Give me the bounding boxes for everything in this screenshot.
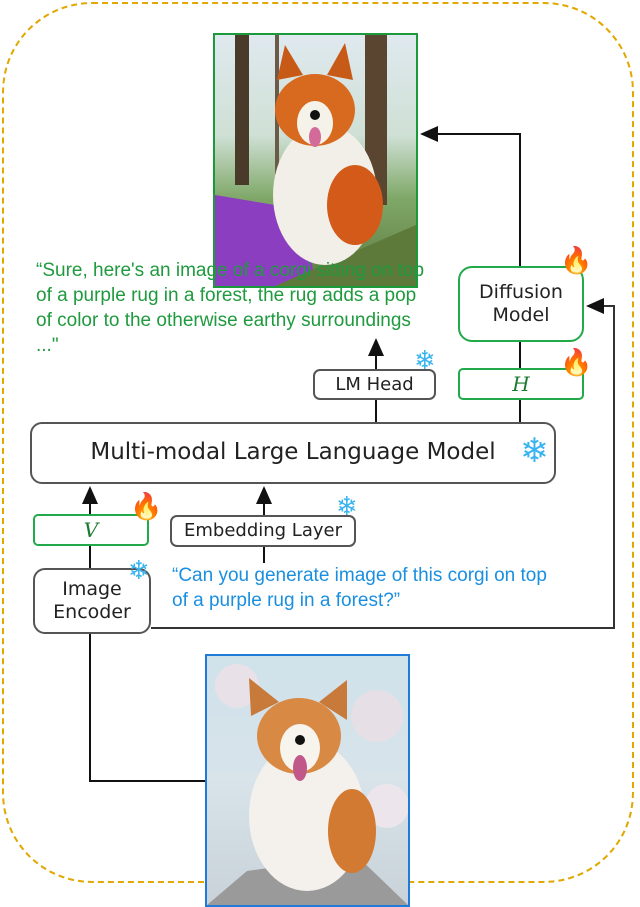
snowflake-icon: ❄ [414, 346, 436, 376]
mllm-label: Multi-modal Large Language Model [90, 439, 496, 466]
fire-icon: 🔥 [130, 492, 163, 522]
lm-head-label: LM Head [335, 373, 414, 395]
output-response-text: “Sure, here's an image of a corgi sittin… [36, 260, 425, 356]
input-prompt-text: “Can you generate image of this corgi on… [172, 565, 547, 611]
v-projection-label: V [83, 518, 99, 542]
generated-corgi-image [213, 33, 418, 288]
h-projection-label: H [512, 372, 530, 396]
fire-icon: 🔥 [560, 246, 593, 276]
snowflake-icon: ❄ [128, 556, 150, 586]
embedding-layer-box: Embedding Layer [170, 515, 356, 547]
mllm-box: Multi-modal Large Language Model [30, 422, 556, 484]
diffusion-model-label: Diffusion Model [479, 281, 563, 326]
snowflake-icon: ❄ [336, 492, 358, 522]
snowflake-icon: ❄ [520, 431, 549, 471]
wire-input-image-to-encoder [89, 634, 205, 782]
diffusion-model-box: Diffusion Model [458, 266, 584, 342]
image-encoder-label: Image Encoder [53, 578, 131, 623]
wire-diffusion-to-output [420, 126, 521, 266]
embedding-layer-label: Embedding Layer [183, 520, 342, 542]
input-corgi-image [205, 654, 410, 907]
fire-icon: 🔥 [560, 348, 593, 378]
